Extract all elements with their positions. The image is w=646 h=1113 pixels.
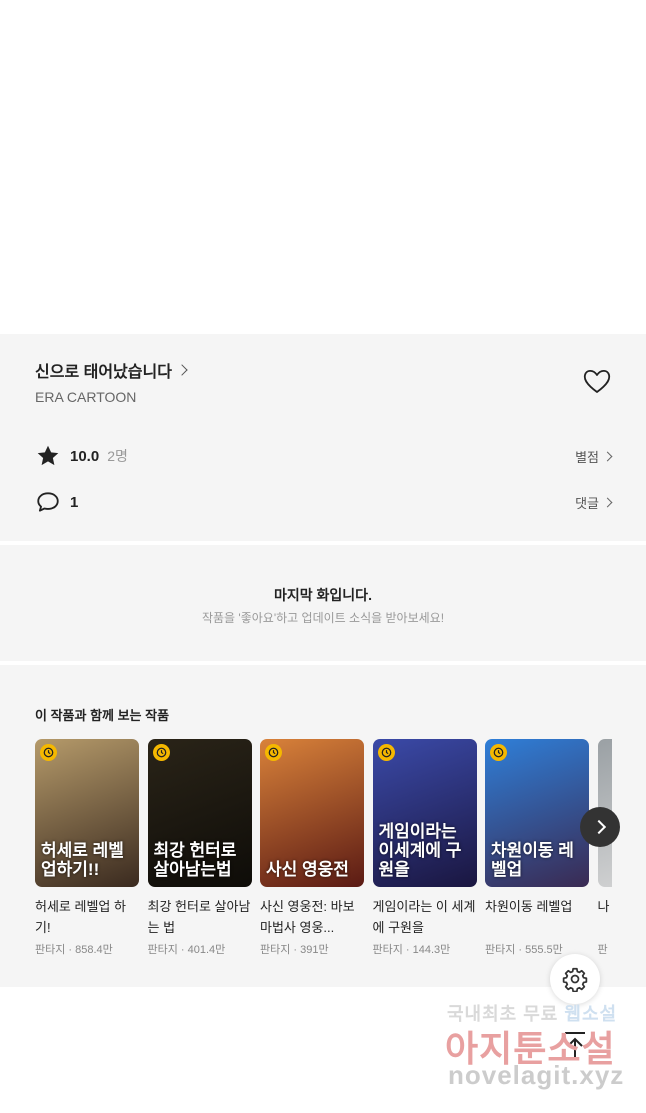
card-meta: 판타지 · 144.3만 bbox=[372, 944, 451, 956]
chevron-right-icon bbox=[591, 819, 606, 835]
settings-button[interactable] bbox=[550, 954, 600, 1004]
clock-icon bbox=[152, 744, 170, 761]
card-meta: 판타지 · 391만 bbox=[260, 944, 329, 956]
recommendation-card[interactable]: 차원이동 레벨업 차원이동 레벨업 판타지 · 555.5만 bbox=[485, 739, 589, 957]
recommendation-card[interactable]: 최강 헌터로 살아남는법최강 헌터로 살아남는 법판타지 · 401.4만 bbox=[147, 739, 252, 957]
last-episode-notice: 마지막 화입니다. 작품을 '좋아요'하고 업데이트 소식을 받아보세요! bbox=[0, 545, 646, 661]
rate-button[interactable]: 별점 bbox=[575, 447, 613, 466]
cover-title-art: 사신 영웅전 bbox=[266, 860, 349, 879]
last-episode-title: 마지막 화입니다. bbox=[274, 587, 372, 603]
comments-label: 댓글 bbox=[575, 495, 599, 511]
watermark-url: novelagit.xyz bbox=[448, 1060, 625, 1090]
card-meta: 판타지 · 401.4만 bbox=[147, 944, 226, 956]
work-title-link[interactable]: 신으로 태어났습니다 bbox=[35, 358, 188, 382]
cover-image: 허세로 레벨 업하기!! bbox=[35, 739, 139, 887]
rate-label: 별점 bbox=[575, 449, 599, 465]
chevron-right-icon bbox=[176, 364, 188, 376]
card-title: 최강 헌터로 살아남는 법 bbox=[147, 899, 251, 935]
cover-image: 차원이동 레벨업 bbox=[485, 739, 589, 887]
cover-title-art: 게임이라는 이세계에 구원을 bbox=[378, 822, 462, 879]
cover-title-art: 허세로 레벨 업하기!! bbox=[41, 841, 124, 879]
card-meta: 판타지 · 858.4만 bbox=[35, 944, 113, 956]
cover-image: 최강 헌터로 살아남는법 bbox=[147, 739, 252, 887]
carousel-next-button[interactable] bbox=[580, 807, 620, 847]
card-meta: 판 bbox=[597, 944, 608, 956]
viewer-blank-area bbox=[0, 0, 646, 334]
work-author: ERA CARTOON bbox=[35, 389, 137, 405]
clock-icon bbox=[40, 744, 57, 761]
gear-icon bbox=[562, 967, 588, 992]
comment-count: 1 bbox=[70, 493, 79, 511]
card-title: 나 레 bbox=[597, 899, 613, 914]
card-title: 차원이동 레벨업 bbox=[485, 899, 573, 914]
chevron-right-icon bbox=[602, 451, 613, 461]
recommendation-card[interactable]: 나 레판 bbox=[597, 739, 613, 957]
star-icon bbox=[35, 443, 61, 469]
work-info-panel: 신으로 태어났습니다 ERA CARTOON 10.0 2명 별점 1 댓글 bbox=[0, 334, 646, 541]
recommendation-carousel: 허세로 레벨 업하기!! 허세로 레벨업 하기! 판타지 · 858.4만 최강 헌터… bbox=[35, 739, 612, 969]
comment-row: 1 댓글 bbox=[35, 489, 613, 515]
cover-image: 사신 영웅전 bbox=[260, 739, 364, 887]
recommendation-card[interactable]: 허세로 레벨 업하기!! 허세로 레벨업 하기! 판타지 · 858.4만 bbox=[35, 739, 139, 957]
like-heart-icon[interactable] bbox=[582, 367, 612, 395]
recommendations-heading: 이 작품과 함께 보는 작품 bbox=[35, 708, 170, 723]
card-title: 게임이라는 이 세계에 구원을 bbox=[372, 899, 476, 935]
last-episode-subtitle: 작품을 '좋아요'하고 업데이트 소식을 받아보세요! bbox=[201, 611, 445, 625]
cover-title-art: 차원이동 레벨업 bbox=[491, 841, 574, 879]
recommendation-card[interactable]: 게임이라는 이세계에 구원을게임이라는 이 세계에 구원을판타지 · 144.3… bbox=[372, 739, 477, 957]
clock-icon bbox=[377, 744, 395, 761]
chevron-right-icon bbox=[602, 497, 613, 507]
rating-score: 10.0 bbox=[70, 447, 100, 465]
work-title: 신으로 태어났습니다 bbox=[35, 364, 172, 381]
comments-button[interactable]: 댓글 bbox=[575, 493, 613, 512]
recommendations-section: 이 작품과 함께 보는 작품 허세로 레벨 업하기!! 허세로 레벨업 하기! 판타… bbox=[0, 665, 646, 987]
rating-row: 10.0 2명 별점 bbox=[35, 443, 613, 469]
card-title: 사신 영웅전: 바보 마법사 영웅... bbox=[260, 899, 355, 935]
rating-count: 2명 bbox=[107, 448, 128, 464]
cover-title-art: 최강 헌터로 살아남는법 bbox=[153, 841, 237, 879]
recommendation-card[interactable]: 사신 영웅전사신 영웅전: 바보 마법사 영웅... 판타지 · 391만 bbox=[260, 739, 364, 957]
cover-image: 게임이라는 이세계에 구원을 bbox=[372, 739, 477, 887]
comment-bubble-icon bbox=[35, 489, 61, 515]
clock-icon bbox=[490, 744, 507, 761]
card-title: 허세로 레벨업 하기! bbox=[35, 899, 126, 935]
clock-icon bbox=[265, 744, 282, 761]
